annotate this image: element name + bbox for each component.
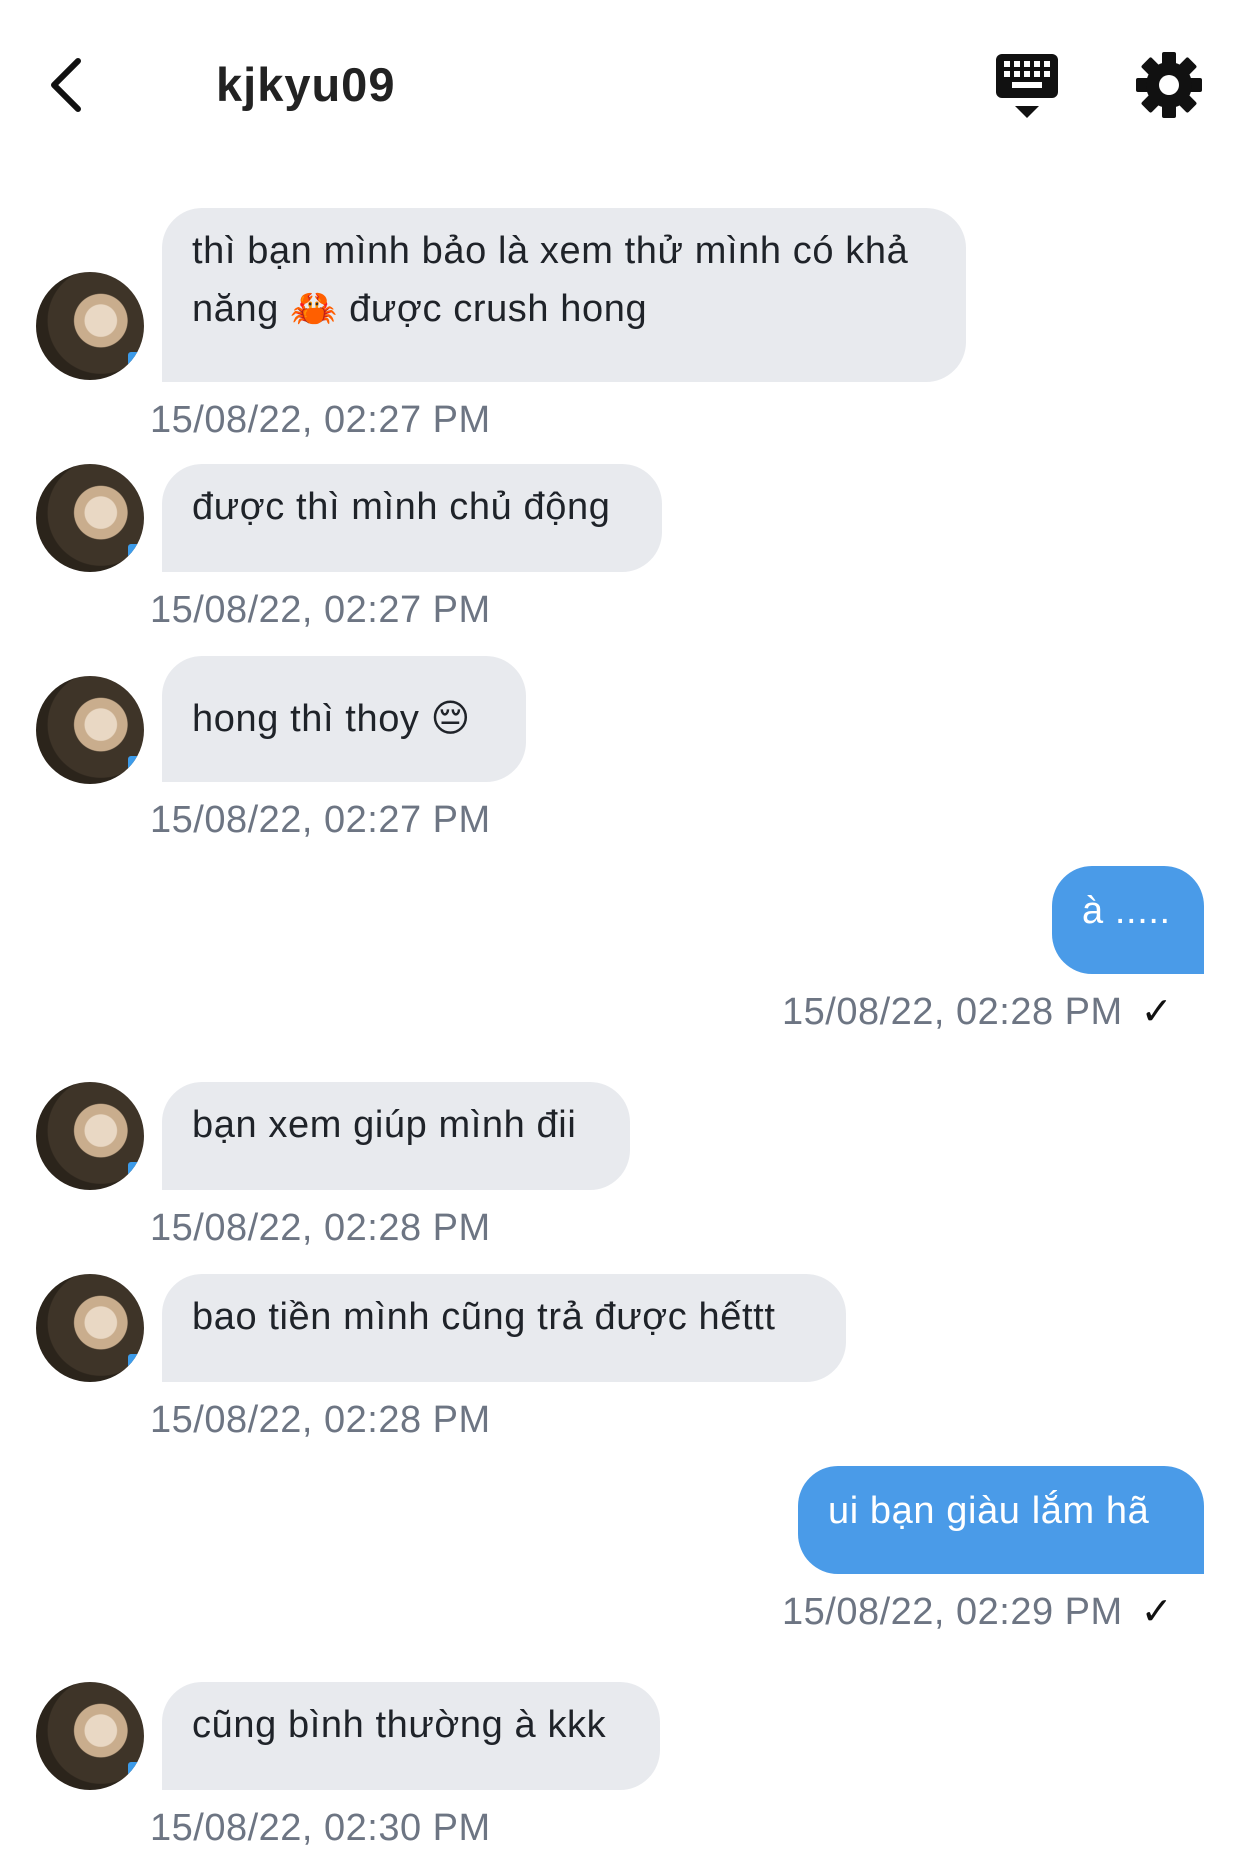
message-bubble-incoming[interactable]: bao tiền mình cũng trả được hếttt [162,1274,846,1382]
avatar[interactable] [36,464,144,572]
message-timestamp: 15/08/22, 02:28 PM ✓ [782,990,1173,1034]
chevron-left-icon [51,58,81,112]
message-bubble-incoming[interactable]: bạn xem giúp mình đii [162,1082,630,1190]
message-timestamp: 15/08/22, 02:28 PM [150,1399,491,1441]
timestamp-text: 15/08/22, 02:28 PM [782,991,1123,1033]
chat-title: kjkyu09 [216,58,396,111]
avatar[interactable] [36,676,144,784]
message-timestamp: 15/08/22, 02:27 PM [150,399,491,441]
avatar[interactable] [36,272,144,380]
message-timestamp: 15/08/22, 02:29 PM ✓ [782,1590,1173,1634]
message-timestamp: 15/08/22, 02:30 PM [150,1807,491,1849]
sent-check-icon: ✓ [1140,1591,1174,1633]
settings-button[interactable] [1134,50,1204,120]
message-timestamp: 15/08/22, 02:27 PM [150,799,491,841]
sent-check-icon: ✓ [1140,991,1174,1033]
gear-icon [1136,52,1202,118]
message-timestamp: 15/08/22, 02:28 PM [150,1207,491,1249]
back-button[interactable] [36,50,96,120]
timestamp-text: 15/08/22, 02:29 PM [782,1591,1123,1633]
chat-header: kjkyu09 [0,0,1242,170]
keyboard-hide-icon [996,54,1058,118]
avatar[interactable] [36,1082,144,1190]
message-bubble-incoming[interactable]: hong thì thoy 😔 [162,656,526,782]
message-timestamp: 15/08/22, 02:27 PM [150,589,491,631]
message-bubble-outgoing[interactable]: ui bạn giàu lắm hã [798,1466,1204,1574]
keyboard-toggle-button[interactable] [990,50,1064,122]
message-bubble-outgoing[interactable]: à ..... [1052,866,1204,974]
avatar[interactable] [36,1274,144,1382]
message-bubble-incoming[interactable]: cũng bình thường à kkk [162,1682,660,1790]
message-bubble-incoming[interactable]: được thì mình chủ động [162,464,662,572]
avatar[interactable] [36,1682,144,1790]
message-bubble-incoming[interactable]: thì bạn mình bảo là xem thử mình có khả … [162,208,966,382]
